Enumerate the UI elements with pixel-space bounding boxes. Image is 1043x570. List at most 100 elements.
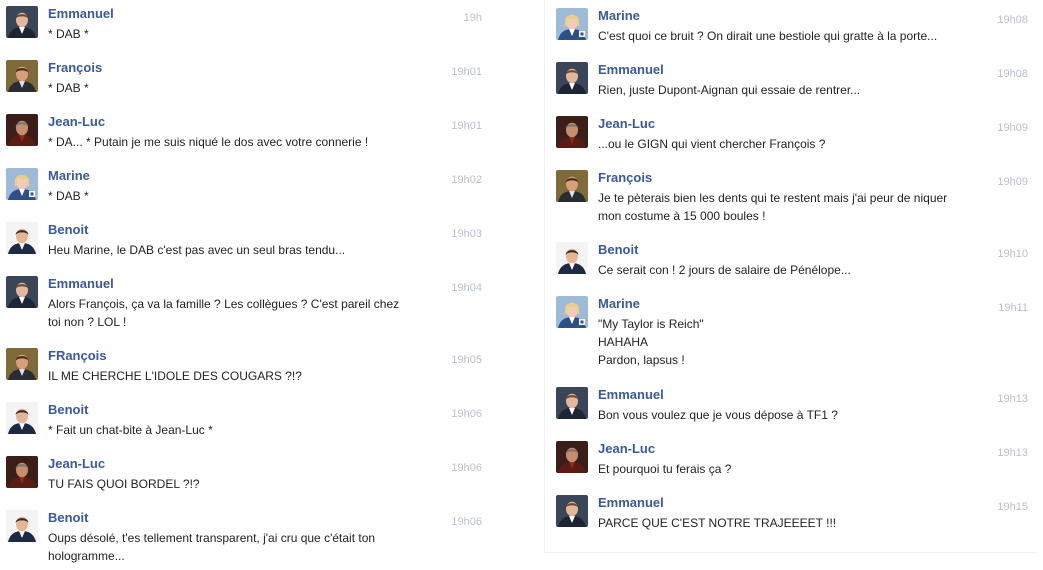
sender-name[interactable]: Jean-Luc [48,456,105,472]
message-timestamp: 19h15 [997,501,1028,513]
sender-name[interactable]: Benoit [48,222,88,238]
sender-name[interactable]: Emmanuel [48,276,114,292]
chat-message: Jean-Luc 19h13 Et pourquoi tu ferais ça ? [550,435,1036,483]
message-body: IL ME CHERCHE L'IDOLE DES COUGARS ?!? [48,367,440,385]
chat-message: François 19h09 Je te pèterais bien les den… [550,164,1036,230]
sender-name[interactable]: Benoit [48,402,88,418]
chat-message: Benoit 19h06 * Fait un chat-bite à Jean-Lu… [0,396,490,444]
emmanuel-avatar[interactable] [6,276,38,308]
message-text: Heu Marine, le DAB c'est pas avec un seu… [48,243,346,257]
chat-message: Marine 19h08 C'est quoi ce bruit ? On dira… [550,2,1036,50]
jean-luc-avatar[interactable] [6,456,38,488]
emmanuel-avatar[interactable] [556,387,588,419]
message-body: * DAB * [48,25,440,43]
message-timestamp: 19h09 [997,176,1028,188]
message-body: Bon vous voulez que je vous dépose à TF1… [598,406,986,424]
benoit-avatar[interactable] [6,402,38,434]
chat-message: Emmanuel 19h08 Rien, juste Dupont-Aignan q… [550,56,1036,104]
marine-avatar[interactable] [6,168,38,200]
chat-column-right: Marine 19h08 C'est quoi ce bruit ? On dira… [544,0,1036,553]
message-body: * DAB * [48,187,440,205]
sender-name[interactable]: Marine [598,8,640,24]
message-timestamp: 19h01 [451,66,482,78]
francois-avatar[interactable] [6,348,38,380]
message-text: * DAB * [48,189,89,203]
message-body: ...ou le GIGN qui vient chercher Françoi… [598,135,986,153]
sender-name[interactable]: Benoit [598,242,638,258]
sender-name[interactable]: Emmanuel [598,495,664,511]
sender-name[interactable]: Jean-Luc [48,114,105,130]
message-timestamp: 19h08 [997,68,1028,80]
message-body: Oups désolé, t'es tellement transparent,… [48,529,440,565]
chat-message: Benoit 19h10 Ce serait con ! 2 jours de sa… [550,236,1036,284]
message-body: * DA... * Putain je me suis niqué le dos… [48,133,440,151]
message-text: C'est quoi ce bruit ? On dirait une best… [598,29,938,43]
sender-name[interactable]: Emmanuel [598,387,664,403]
sender-name[interactable]: François [48,60,102,76]
message-text: PARCE QUE C'EST NOTRE TRAJEEEET !!! [598,516,837,530]
message-text: HAHAHA [598,335,649,349]
chat-message: Marine 19h11 "My Taylor is Reich" HAHAHA Par… [550,290,1036,374]
message-timestamp: 19h10 [997,248,1028,260]
message-timestamp: 19h13 [997,393,1028,405]
message-body: Alors François, ça va la famille ? Les c… [48,295,440,331]
message-body: Je te pèterais bien les dents qui te res… [598,189,986,225]
marine-avatar[interactable] [556,8,588,40]
francois-avatar[interactable] [556,170,588,202]
message-text: * DAB * [48,81,89,95]
francois-avatar[interactable] [6,60,38,92]
chat-message: Benoit 19h03 Heu Marine, le DAB c'est pas … [0,216,490,264]
message-text: Oups désolé, t'es tellement transparent,… [48,531,376,545]
message-timestamp: 19h06 [451,408,482,420]
sender-name[interactable]: François [598,170,652,186]
sender-name[interactable]: Jean-Luc [598,116,655,132]
sender-name[interactable]: Marine [598,296,640,312]
message-timestamp: 19h08 [997,14,1028,26]
message-body: C'est quoi ce bruit ? On dirait une best… [598,27,986,45]
sender-name[interactable]: Emmanuel [48,6,114,22]
chat-message: Emmanuel 19h13 Bon vous voulez que je vous… [550,381,1036,429]
benoit-avatar[interactable] [6,510,38,542]
message-text: Rien, juste Dupont-Aignan qui essaie de … [598,83,861,97]
message-text: ...ou le GIGN qui vient chercher Françoi… [598,137,826,151]
chat-message: Emmanuel 19h15 PARCE QUE C'EST NOTRE TRAJE… [550,489,1036,537]
message-body: PARCE QUE C'EST NOTRE TRAJEEEET !!! [598,514,986,532]
message-body: Rien, juste Dupont-Aignan qui essaie de … [598,81,986,99]
emmanuel-avatar[interactable] [556,495,588,527]
message-text: * DAB * [48,27,89,41]
emmanuel-avatar[interactable] [6,6,38,38]
sender-name[interactable]: Marine [48,168,90,184]
jean-luc-avatar[interactable] [556,441,588,473]
chat-message: FRançois 19h05 IL ME CHERCHE L'IDOLE DES C… [0,342,490,390]
emmanuel-avatar[interactable] [556,62,588,94]
message-text: * Fait un chat-bite à Jean-Luc * [48,423,213,437]
message-text: Bon vous voulez que je vous dépose à TF1… [598,408,838,422]
message-text: IL ME CHERCHE L'IDOLE DES COUGARS ?!? [48,369,302,383]
chat-column-left: Emmanuel 19h * DAB * François 19h01 * DAB * Je… [0,0,490,566]
message-text: "My Taylor is Reich" [598,317,704,331]
message-body: * Fait un chat-bite à Jean-Luc * [48,421,440,439]
message-text: Je te pèterais bien les dents qui te res… [598,191,948,205]
sender-name[interactable]: Jean-Luc [598,441,655,457]
message-body: TU FAIS QUOI BORDEL ?!? [48,475,440,493]
chat-message: Jean-Luc 19h01 * DA... * Putain je me suis… [0,108,490,156]
message-timestamp: 19h11 [998,302,1028,314]
chat-message: Jean-Luc 19h06 TU FAIS QUOI BORDEL ?!? [0,450,490,498]
marine-avatar[interactable] [556,296,588,328]
message-text: TU FAIS QUOI BORDEL ?!? [48,477,200,491]
benoit-avatar[interactable] [556,242,588,274]
benoit-avatar[interactable] [6,222,38,254]
jean-luc-avatar[interactable] [556,116,588,148]
sender-name[interactable]: Benoit [48,510,88,526]
chat-message: François 19h01 * DAB * [0,54,490,102]
message-text: * DA... * Putain je me suis niqué le dos… [48,135,369,149]
chat-message: Marine 19h02 * DAB * [0,162,490,210]
message-timestamp: 19h06 [451,516,482,528]
message-timestamp: 19h02 [451,174,482,186]
sender-name[interactable]: FRançois [48,348,107,364]
jean-luc-avatar[interactable] [6,114,38,146]
sender-name[interactable]: Emmanuel [598,62,664,78]
message-timestamp: 19h09 [997,122,1028,134]
message-text: Ce serait con ! 2 jours de salaire de Pé… [598,263,851,277]
chat-message: Emmanuel 19h * DAB * [0,0,490,48]
